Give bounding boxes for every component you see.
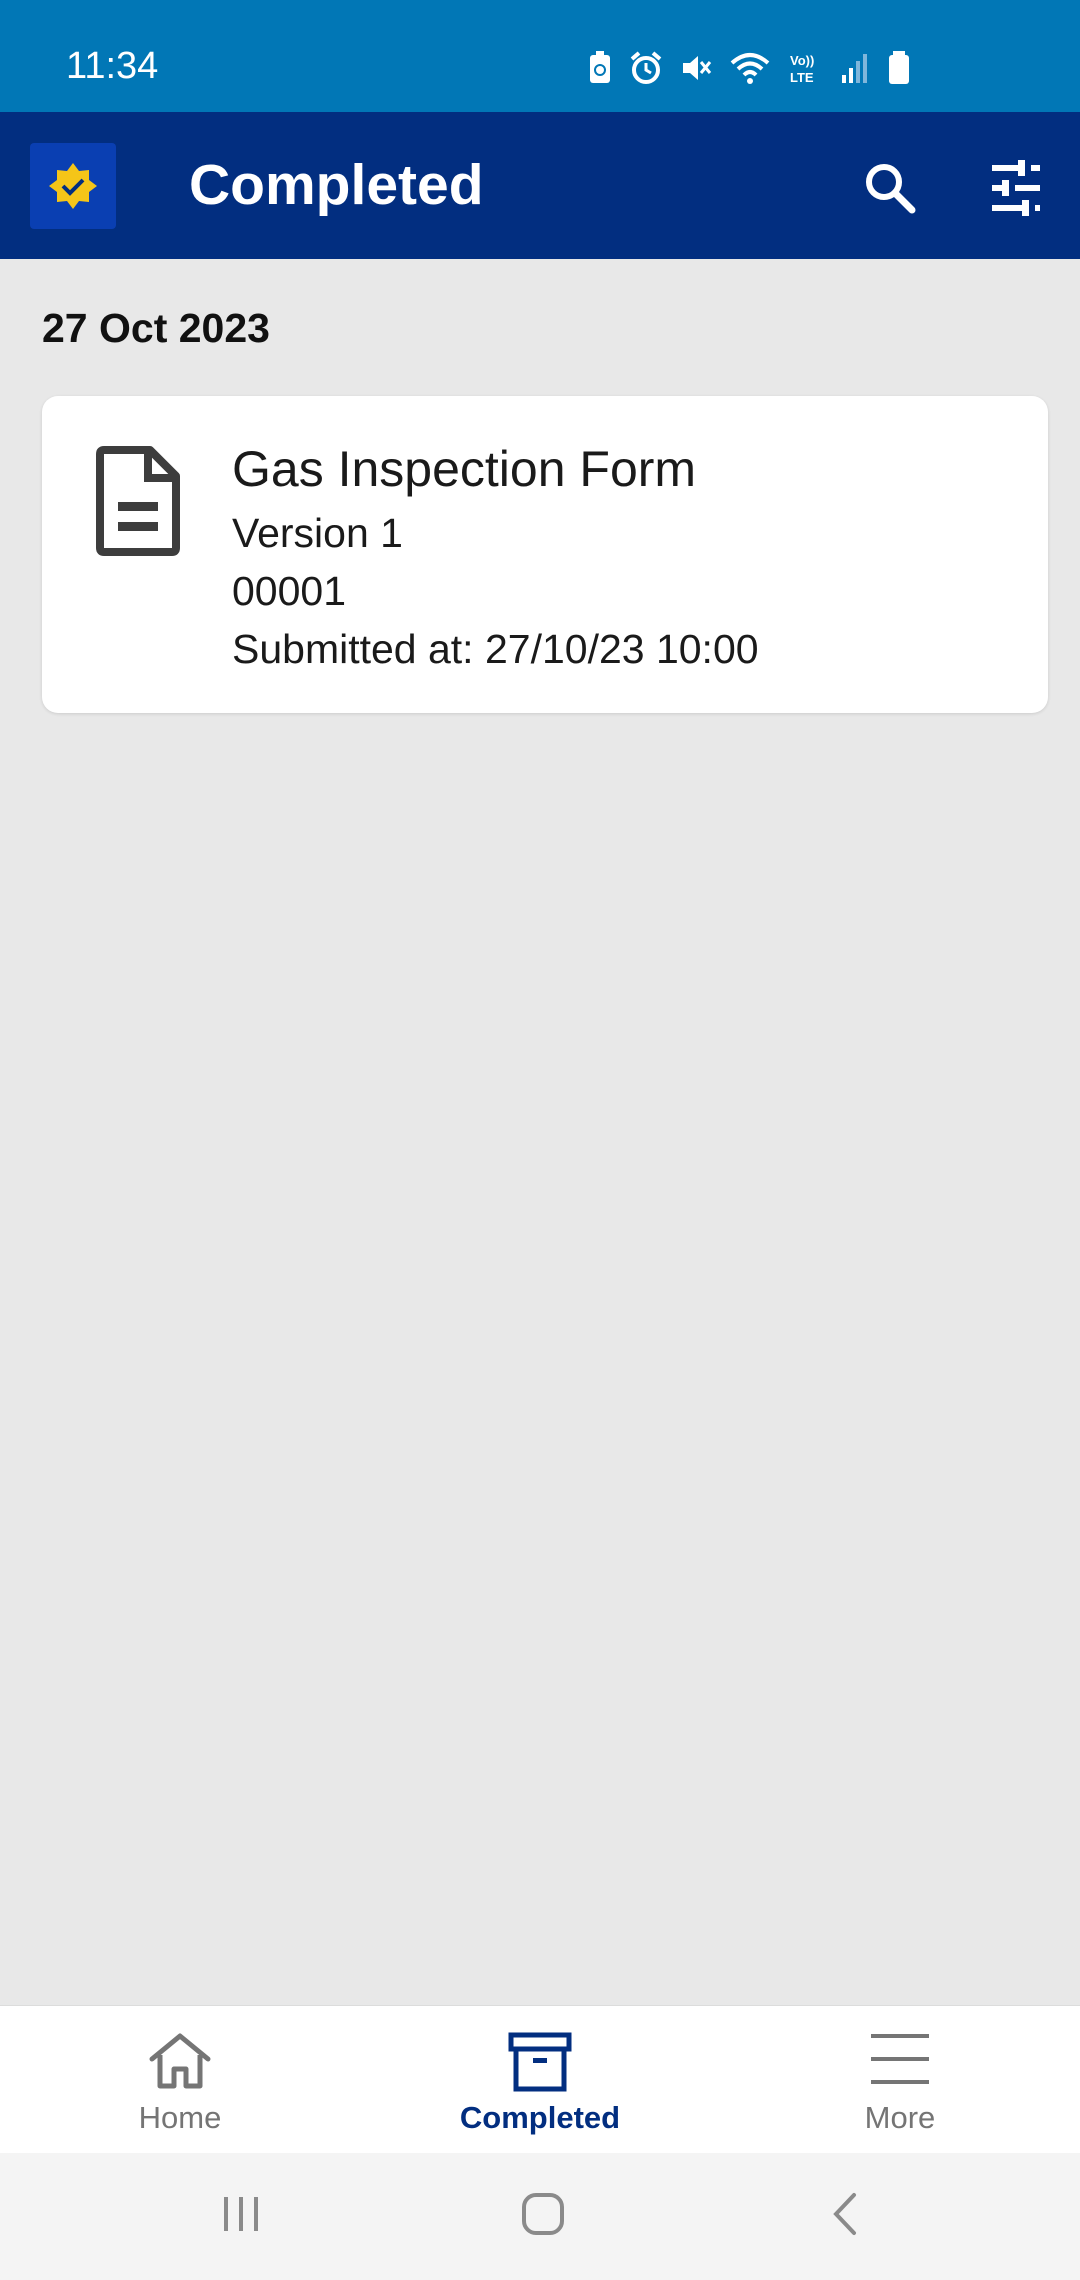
- alarm-icon: [630, 51, 662, 84]
- page-title: Completed: [189, 153, 484, 217]
- tune-icon: [992, 160, 1040, 216]
- home-icon: [149, 2033, 211, 2089]
- home-system-icon[interactable]: [520, 2191, 566, 2237]
- form-submitted-at: Submitted at: 27/10/23 10:00: [232, 626, 759, 672]
- nav-home-label: Home: [138, 2100, 222, 2135]
- document-icon: [96, 446, 180, 561]
- svg-text:LTE: LTE: [790, 70, 814, 85]
- status-icons: Vo)) LTE: [588, 48, 910, 88]
- completed-form-card[interactable]: Gas Inspection Form Version 1 00001 Subm…: [42, 396, 1048, 713]
- form-version: Version 1: [232, 510, 403, 556]
- svg-text:Vo)): Vo)): [790, 53, 814, 68]
- back-icon[interactable]: [824, 2191, 870, 2237]
- search-button[interactable]: [860, 158, 920, 218]
- recent-apps-icon[interactable]: [218, 2191, 264, 2237]
- nav-more[interactable]: More: [720, 2006, 1080, 2154]
- search-icon: [866, 164, 916, 214]
- nav-more-label: More: [864, 2100, 936, 2135]
- form-title: Gas Inspection Form: [232, 441, 697, 497]
- app-bar: Completed: [0, 112, 1080, 259]
- nav-home[interactable]: Home: [0, 2006, 360, 2154]
- archive-icon: [508, 2032, 572, 2092]
- system-navigation-bar: [0, 2153, 1080, 2280]
- date-heading: 27 Oct 2023: [42, 305, 270, 351]
- menu-icon: [871, 2034, 929, 2084]
- app-logo: [30, 143, 116, 229]
- battery-saver-icon: [590, 51, 610, 83]
- mute-icon: [683, 56, 712, 80]
- filter-button[interactable]: [986, 158, 1046, 218]
- signal-icon: [842, 54, 867, 83]
- nav-completed[interactable]: Completed: [360, 2006, 720, 2154]
- verified-star-icon: [49, 163, 97, 209]
- status-bar: 11:34 Vo)) LTE: [0, 0, 1080, 112]
- bottom-navigation: Home Completed More: [0, 2005, 1080, 2153]
- volte-icon: Vo)) LTE: [790, 53, 814, 85]
- form-number: 00001: [232, 568, 347, 614]
- nav-completed-label: Completed: [459, 2100, 621, 2135]
- wifi-icon: [730, 53, 770, 84]
- status-time: 11:34: [66, 45, 159, 87]
- battery-icon: [889, 51, 909, 84]
